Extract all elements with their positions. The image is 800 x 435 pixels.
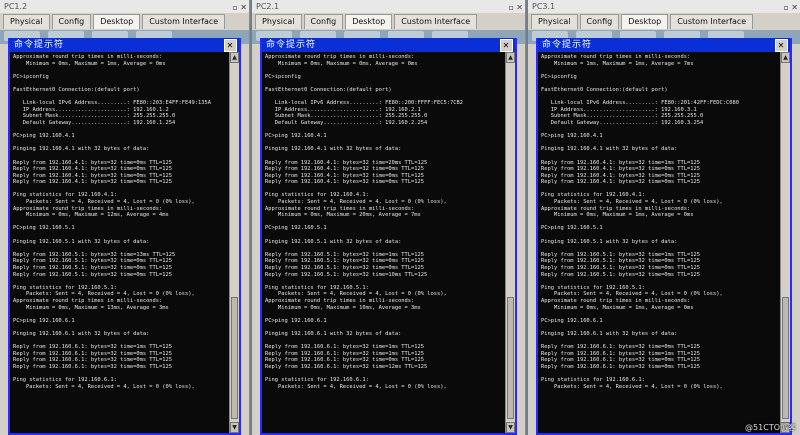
vertical-scrollbar[interactable]: ▲ ▼: [229, 52, 239, 433]
window-title: PC1.2: [4, 2, 28, 11]
tab-custom-interface[interactable]: Custom Interface: [142, 14, 226, 29]
pc-window-1: PC1.2 ▫ ✕ Physical Config Desktop Custom…: [0, 0, 250, 435]
scroll-down-icon[interactable]: ▼: [506, 422, 515, 433]
terminal-output: Approximate round trip times in milli-se…: [13, 54, 211, 390]
watermark: @51CTO博客: [745, 423, 796, 432]
window-title: PC3.1: [532, 2, 556, 11]
command-prompt-titlebar[interactable]: 命令提示符 ✕: [262, 38, 515, 52]
command-prompt-title: 命令提示符: [542, 40, 593, 50]
terminal-output: Approximate round trip times in milli-se…: [265, 54, 463, 390]
scroll-up-icon[interactable]: ▲: [506, 52, 515, 63]
command-prompt-window: 命令提示符 ✕ Approximate round trip times in …: [536, 38, 792, 435]
command-prompt-titlebar[interactable]: 命令提示符 ✕: [538, 38, 790, 52]
tab-physical[interactable]: Physical: [3, 14, 50, 29]
command-prompt-title: 命令提示符: [14, 40, 65, 50]
window-controls[interactable]: ▫ ✕: [783, 1, 798, 14]
window-titlebar[interactable]: PC3.1 ▫ ✕: [528, 0, 800, 13]
pc-window-2: PC2.1 ▫ ✕ Physical Config Desktop Custom…: [252, 0, 526, 435]
scrollbar-thumb[interactable]: [231, 297, 238, 419]
close-icon[interactable]: ✕: [224, 39, 237, 52]
close-icon[interactable]: ✕: [775, 39, 788, 52]
tab-custom-interface[interactable]: Custom Interface: [394, 14, 478, 29]
terminal-output: Approximate round trip times in milli-se…: [541, 54, 739, 390]
command-prompt-window: 命令提示符 ✕ Approximate round trip times in …: [260, 38, 517, 435]
vertical-scrollbar[interactable]: ▲ ▼: [505, 52, 515, 433]
tab-desktop[interactable]: Desktop: [621, 14, 669, 29]
tab-config[interactable]: Config: [303, 14, 344, 29]
window-titlebar[interactable]: PC2.1 ▫ ✕: [252, 0, 525, 13]
tab-bar: Physical Config Desktop Custom Interface: [0, 13, 249, 31]
terminal-output-area[interactable]: Approximate round trip times in milli-se…: [262, 52, 506, 433]
pc-window-3: PC3.1 ▫ ✕ Physical Config Desktop Custom…: [528, 0, 800, 435]
scrollbar-thumb[interactable]: [782, 297, 789, 419]
command-prompt-title: 命令提示符: [266, 40, 317, 50]
terminal-output-area[interactable]: Approximate round trip times in milli-se…: [538, 52, 781, 433]
tab-desktop[interactable]: Desktop: [345, 14, 393, 29]
tab-physical[interactable]: Physical: [255, 14, 302, 29]
scroll-up-icon[interactable]: ▲: [781, 52, 790, 63]
tab-custom-interface[interactable]: Custom Interface: [670, 14, 754, 29]
command-prompt-titlebar[interactable]: 命令提示符 ✕: [10, 38, 239, 52]
close-icon[interactable]: ✕: [500, 39, 513, 52]
tab-bar: Physical Config Desktop Custom Interface: [252, 13, 525, 31]
vertical-scrollbar[interactable]: ▲ ▼: [780, 52, 790, 433]
tab-bar: Physical Config Desktop Custom Interface: [528, 13, 800, 31]
scroll-up-icon[interactable]: ▲: [230, 52, 239, 63]
tab-physical[interactable]: Physical: [531, 14, 578, 29]
window-titlebar[interactable]: PC1.2 ▫ ✕: [0, 0, 249, 13]
tab-config[interactable]: Config: [51, 14, 92, 29]
command-prompt-window: 命令提示符 ✕ Approximate round trip times in …: [8, 38, 241, 435]
tab-config[interactable]: Config: [579, 14, 620, 29]
scroll-down-icon[interactable]: ▼: [230, 422, 239, 433]
scrollbar-thumb[interactable]: [507, 297, 514, 419]
terminal-output-area[interactable]: Approximate round trip times in milli-se…: [10, 52, 230, 433]
window-title: PC2.1: [256, 2, 280, 11]
tab-desktop[interactable]: Desktop: [93, 14, 141, 29]
window-controls[interactable]: ▫ ✕: [232, 1, 247, 14]
window-controls[interactable]: ▫ ✕: [508, 1, 523, 14]
